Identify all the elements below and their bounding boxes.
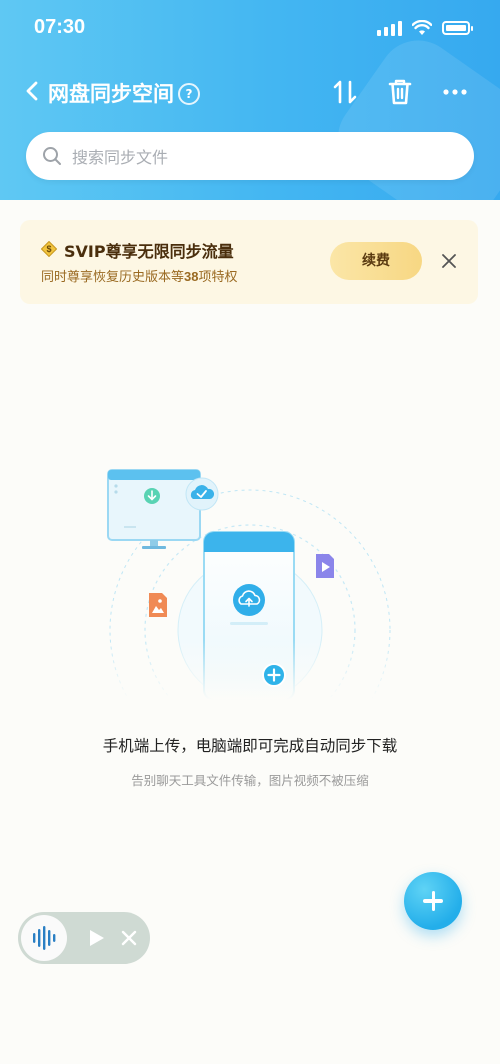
help-icon[interactable]: ? — [178, 83, 200, 105]
page-title: 网盘同步空间 — [48, 82, 174, 106]
status-time: 07:30 — [34, 16, 86, 38]
status-bar: 07:30 — [0, 0, 500, 60]
search-input[interactable] — [70, 132, 454, 182]
signal-icon — [377, 20, 402, 36]
sync-illustration — [100, 469, 400, 700]
close-icon[interactable] — [438, 250, 460, 272]
monitor-icon — [107, 469, 201, 549]
empty-state-title: 手机端上传，电脑端即可完成自动同步下载 — [102, 737, 398, 755]
svg-text:$: $ — [46, 244, 51, 254]
play-icon[interactable] — [84, 926, 108, 950]
audio-player[interactable] — [18, 912, 150, 964]
sort-icon[interactable] — [327, 74, 363, 110]
trash-icon[interactable] — [382, 74, 418, 110]
cloud-check-icon — [185, 477, 219, 511]
more-icon[interactable] — [437, 74, 473, 110]
back-icon[interactable] — [18, 76, 48, 106]
close-player-icon[interactable] — [118, 927, 140, 949]
status-icons — [377, 20, 473, 36]
image-file-icon — [149, 593, 167, 617]
banner-subtitle-count: 38 — [184, 269, 199, 284]
banner-title: SVIP尊享无限同步流量 — [64, 242, 234, 261]
renew-button[interactable]: 续费 — [330, 242, 422, 280]
wifi-icon — [412, 20, 432, 35]
banner-subtitle-suffix: 项特权 — [198, 270, 238, 285]
add-button[interactable] — [404, 872, 462, 930]
nav-bar: 网盘同步空间 ? — [0, 64, 500, 120]
svip-banner[interactable]: $ SVIP尊享无限同步流量 同时尊享恢复历史版本等38项特权 续费 — [20, 220, 478, 304]
add-icon — [262, 663, 286, 687]
coin-icon: $ — [41, 241, 57, 257]
audio-wave-icon[interactable] — [21, 915, 67, 961]
video-file-icon — [316, 554, 334, 578]
search-bar[interactable] — [26, 132, 474, 182]
header: 07:30 网盘同步空间 ? — [0, 0, 500, 200]
banner-subtitle: 同时尊享恢复历史版本等38项特权 — [41, 266, 238, 285]
search-icon — [43, 147, 61, 165]
empty-state-subtitle: 告别聊天工具文件传输，图片视频不被压缩 — [131, 773, 369, 788]
battery-icon — [442, 21, 473, 35]
banner-subtitle-prefix: 同时尊享恢复历史版本等 — [41, 270, 185, 285]
